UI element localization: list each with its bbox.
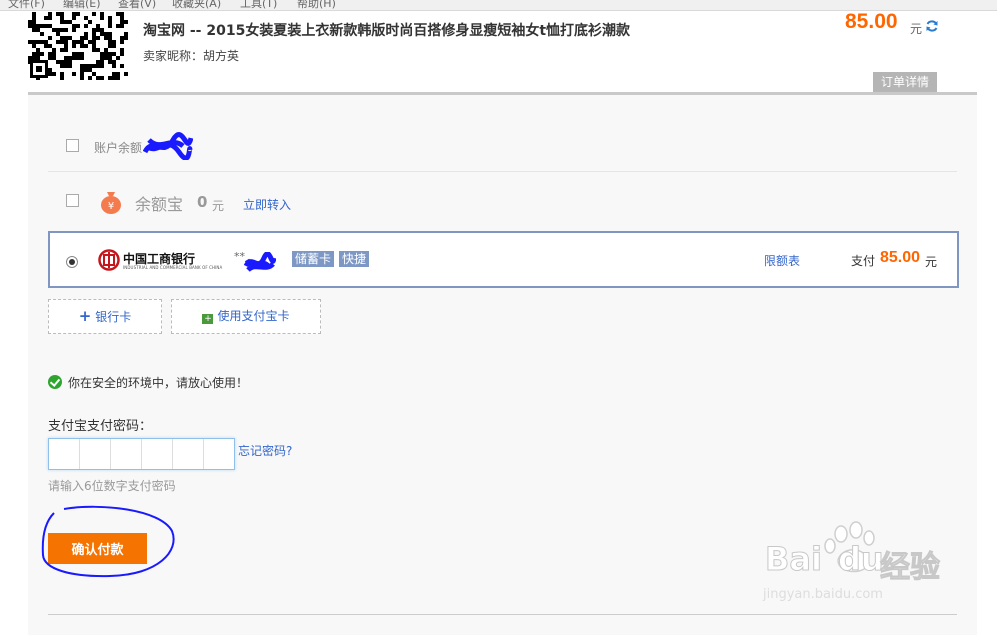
qr-code-image [28, 12, 128, 80]
watermark-jingyan: 经验 [880, 550, 941, 586]
svg-text:¥: ¥ [108, 201, 114, 212]
order-price: 85.00 [845, 10, 898, 33]
bank-english-name: INDUSTRIAL AND COMMERCIAL BANK OF CHINA [123, 265, 223, 270]
payment-password-input[interactable] [48, 438, 235, 470]
debit-card-tag: 储蓄卡 [292, 251, 335, 267]
password-digit-cell[interactable] [49, 439, 80, 469]
annotation-circle [41, 505, 175, 578]
express-tag: 快捷 [339, 251, 370, 267]
password-digit-cell[interactable] [173, 439, 204, 469]
divider [48, 614, 957, 615]
card-icon: + [202, 314, 214, 324]
add-bank-card-label: 银行卡 [95, 310, 132, 324]
menu-help[interactable]: 帮助(H) [297, 0, 336, 10]
yuebao-unit: 元 [212, 199, 225, 213]
add-bank-card-button[interactable]: + 银行卡 [48, 299, 162, 334]
yuebao-label: 余额宝 [135, 195, 184, 214]
seller-nickname: 卖家昵称：胡方英 [143, 49, 240, 63]
redaction-scribble [244, 252, 276, 273]
use-alipay-card-button[interactable]: + 使用支付宝卡 [171, 299, 321, 334]
limit-table-link[interactable]: 限额表 [764, 252, 800, 269]
pay-amount: 85.00 [880, 249, 921, 266]
pay-label: 支付 [851, 254, 876, 268]
product-title[interactable]: 淘宝网 -- 2015女装夏装上衣新款韩版时尚百搭修身显瘦短袖女t恤打底衫潮款 [143, 20, 630, 40]
plus-icon: + [78, 307, 92, 325]
divider [48, 171, 957, 172]
password-digit-cell[interactable] [80, 439, 111, 469]
password-digit-cell[interactable] [142, 439, 173, 469]
check-circle-icon [48, 375, 62, 389]
password-digit-cell[interactable] [111, 439, 142, 469]
password-digit-cell[interactable] [204, 439, 234, 469]
password-label: 支付宝支付密码： [48, 419, 153, 434]
balance-checkbox[interactable] [66, 139, 79, 152]
use-alipay-card-label: 使用支付宝卡 [217, 309, 290, 323]
yuebao-transfer-link[interactable]: 立即转入 [243, 196, 291, 213]
security-notice: 你在安全的环境中，请放心使用！ [68, 376, 249, 390]
order-detail-tab[interactable]: 订单详情 [873, 72, 937, 92]
password-hint: 请输入6位数字支付密码 [48, 479, 176, 493]
menu-edit[interactable]: 编辑(E) [63, 0, 101, 10]
bank-card-radio[interactable] [66, 256, 78, 268]
watermark-url: jingyan.baidu.com [763, 587, 883, 602]
menu-view[interactable]: 查看(V) [118, 0, 156, 10]
order-price-unit: 元 [910, 22, 923, 36]
watermark-bai: Bai [765, 540, 823, 579]
menu-tools[interactable]: 工具(T) [240, 0, 277, 10]
redaction-scribble [143, 132, 193, 160]
balance-label: 账户余额 [94, 141, 143, 155]
menu-file[interactable]: 文件(F) [8, 0, 45, 10]
forgot-password-link[interactable]: 忘记密码? [238, 442, 292, 459]
menu-favorites[interactable]: 收藏夹(A) [172, 0, 221, 10]
pay-unit: 元 [925, 255, 938, 269]
icbc-logo-icon [98, 249, 120, 271]
yuebao-checkbox[interactable] [66, 194, 79, 207]
watermark-du: du [838, 540, 885, 579]
refresh-icon[interactable] [925, 19, 939, 33]
money-bag-icon: ¥ [101, 192, 121, 214]
yuebao-amount: 0 [197, 193, 208, 211]
